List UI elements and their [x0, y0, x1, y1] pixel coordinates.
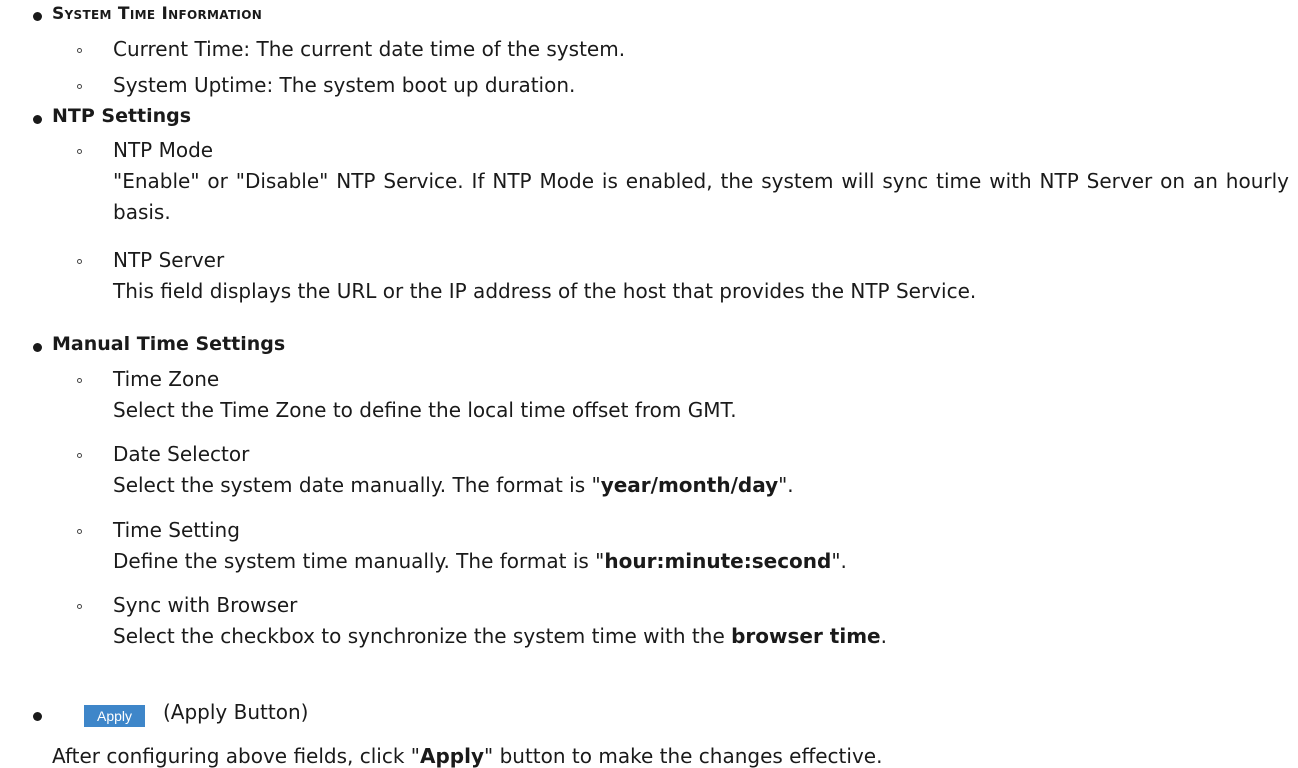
time-zone-label: Time Zone — [113, 367, 220, 391]
sub-bullet — [77, 259, 82, 264]
date-selector-label: Date Selector — [113, 442, 250, 466]
sub-bullet — [77, 529, 82, 534]
time-zone-description: Select the Time Zone to define the local… — [113, 398, 737, 422]
browser-time-emphasis: browser time — [731, 624, 881, 648]
help-page: System Time Information Current Time: Th… — [0, 0, 1298, 768]
ntp-server-label: NTP Server — [113, 248, 225, 272]
apply-emphasis: Apply — [420, 744, 485, 768]
ntp-mode-description: "Enable" or "Disable" NTP Service. If NT… — [113, 169, 1289, 224]
date-format: year/month/day — [600, 473, 779, 497]
sync-browser-label: Sync with Browser — [113, 593, 298, 617]
section-heading-manual: Manual Time Settings — [52, 333, 286, 355]
sub-bullet — [77, 604, 82, 609]
time-setting-label: Time Setting — [113, 518, 240, 542]
sub-bullet — [77, 378, 82, 383]
sync-browser-description: Select the checkbox to synchronize the s… — [113, 624, 887, 648]
system-uptime-item: System Uptime: The system boot up durati… — [113, 73, 576, 97]
time-format: hour:minute:second — [604, 549, 832, 573]
sub-bullet — [77, 453, 82, 458]
ntp-server-description: This field displays the URL or the IP ad… — [113, 279, 977, 303]
sub-bullet — [77, 149, 82, 154]
apply-description: After configuring above fields, click "A… — [52, 744, 883, 768]
ntp-mode-label: NTP Mode — [113, 138, 214, 162]
current-time-item: Current Time: The current date time of t… — [113, 37, 626, 61]
bullet — [33, 115, 42, 124]
sub-bullet — [77, 84, 82, 89]
bullet — [33, 712, 42, 721]
section-heading-ntp: NTP Settings — [52, 105, 192, 127]
bullet — [33, 12, 42, 21]
section-heading-system-time: System Time Information — [52, 4, 263, 24]
sub-bullet — [77, 48, 82, 53]
time-setting-description: Define the system time manually. The for… — [113, 549, 847, 573]
apply-button-caption: (Apply Button) — [163, 700, 309, 724]
apply-button[interactable]: Apply — [84, 705, 145, 727]
date-selector-description: Select the system date manually. The for… — [113, 473, 794, 497]
bullet — [33, 343, 42, 352]
